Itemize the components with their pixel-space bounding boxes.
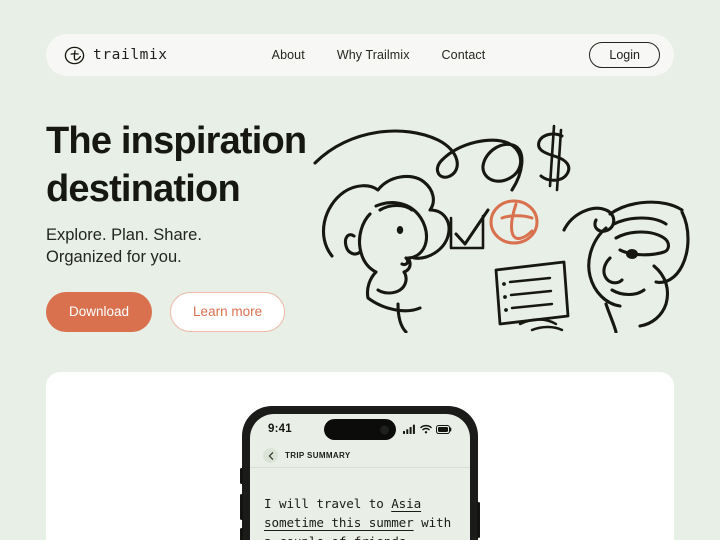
face-right-mouth — [610, 288, 646, 297]
checklist-line-3 — [510, 302, 554, 310]
hero-illustration — [313, 124, 690, 333]
hero-subtitle-line-1: Explore. Plan. Share. — [46, 226, 202, 244]
wifi-icon — [420, 424, 432, 434]
checklist-bullet-3 — [504, 308, 508, 312]
nav-link-about[interactable]: About — [272, 48, 305, 62]
hero-title-line-1: The inspiration — [46, 120, 307, 162]
download-button[interactable]: Download — [46, 292, 153, 332]
face-right-eyebrow-mass — [614, 230, 671, 257]
battery-icon — [436, 424, 452, 434]
note-suffix: . — [406, 534, 414, 540]
nav-link-why-trailmix[interactable]: Why Trailmix — [337, 48, 410, 62]
login-button[interactable]: Login — [589, 41, 660, 69]
face-right-neck — [604, 302, 618, 333]
nav-links: About Why Trailmix Contact — [272, 48, 486, 62]
status-time: 9:41 — [268, 423, 292, 435]
face-left-nose-tick — [400, 256, 410, 267]
phone-screen: 9:41 TRIP SUMMARY I will travel to Asia … — [250, 414, 470, 540]
hero-subtitle-line-2: Organized for you. — [46, 248, 182, 266]
face-right-nose — [602, 256, 624, 285]
learn-more-button[interactable]: Learn more — [170, 292, 286, 332]
status-icons — [403, 424, 452, 434]
brand-logo[interactable]: trailmix — [64, 45, 168, 66]
hero-copy: The inspiration destination Explore. Pla… — [46, 117, 346, 268]
checklist-line-2 — [509, 289, 553, 297]
cta-row: Download Learn more — [46, 292, 286, 332]
chevron-left-icon[interactable] — [263, 448, 278, 463]
phone-power-button[interactable] — [477, 502, 480, 538]
front-camera-icon — [380, 425, 389, 434]
status-bar: 9:41 — [250, 414, 470, 444]
face-left-hair — [322, 174, 451, 260]
screen-nav-title: TRIP SUMMARY — [285, 451, 351, 460]
screen-nav-bar: TRIP SUMMARY — [250, 444, 470, 468]
face-right-jawline — [638, 264, 670, 328]
navbar: trailmix About Why Trailmix Contact Logi… — [46, 34, 674, 76]
squiggle-loop-line — [313, 129, 524, 192]
scribble-under-doc-2 — [530, 325, 564, 332]
trip-note-text[interactable]: I will travel to Asia sometime this summ… — [264, 494, 456, 540]
nav-link-contact[interactable]: Contact — [442, 48, 486, 62]
face-left-neck — [396, 302, 408, 333]
face-right-brow-line — [612, 216, 668, 226]
chevron-left-glyph — [268, 451, 273, 460]
checklist-bullet-2 — [503, 295, 507, 299]
checklist-line-1 — [508, 276, 552, 284]
phone-volume-down-button[interactable] — [240, 528, 243, 540]
circled-t-logo-icon — [64, 46, 85, 64]
phone-silent-switch[interactable] — [240, 468, 243, 484]
circled-t-logo-orange-icon — [489, 199, 539, 245]
face-right-hairline — [608, 200, 684, 216]
checklist-bullet-1 — [502, 282, 506, 286]
page-title: The inspiration destination — [46, 117, 346, 213]
phone-mockup: 9:41 TRIP SUMMARY I will travel to Asia … — [240, 406, 480, 540]
face-right-eye — [626, 249, 638, 259]
brand-name: trailmix — [93, 47, 168, 63]
face-left-ear — [343, 233, 362, 256]
phone-volume-up-button[interactable] — [240, 494, 243, 520]
note-prefix: I will travel to — [264, 496, 392, 511]
dynamic-island — [324, 419, 396, 440]
face-left-eye — [396, 226, 404, 234]
note-highlight-companions[interactable]: couple of friends — [279, 534, 406, 540]
cellular-icon — [403, 424, 415, 434]
face-left-brow — [378, 203, 414, 212]
face-left-profile — [374, 201, 429, 295]
hero-title-line-2: destination — [46, 168, 241, 210]
trip-note-body: I will travel to Asia sometime this summ… — [250, 468, 470, 540]
hero-subtitle: Explore. Plan. Share. Organized for you. — [46, 224, 346, 268]
